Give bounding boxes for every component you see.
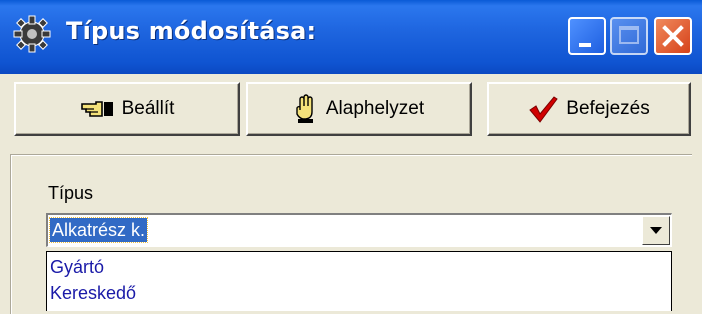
type-combobox-value: Alkatrész k.: [48, 217, 149, 243]
chevron-down-icon: [650, 227, 662, 234]
set-button[interactable]: Beállít: [14, 82, 240, 136]
checkmark-icon: [529, 96, 558, 123]
dropdown-option-gyarto[interactable]: Gyártó: [50, 257, 104, 278]
pointing-hand-icon: [80, 101, 113, 117]
reset-button[interactable]: Alaphelyzet: [246, 82, 472, 136]
close-button[interactable]: [654, 17, 692, 55]
window-title: Típus módosítása:: [66, 17, 317, 45]
raised-hand-icon: [296, 94, 313, 123]
maximize-icon: [619, 26, 639, 44]
type-dropdown-list: Gyártó Kereskedő: [46, 251, 672, 311]
dropdown-option-kereskedo[interactable]: Kereskedő: [50, 283, 136, 304]
type-dropdown-button[interactable]: [642, 216, 670, 245]
title-bar[interactable]: Típus módosítása:: [0, 0, 702, 74]
dialog-window: Típus módosítása: Beállít Alaphelyzet Be…: [0, 0, 702, 314]
finish-button-label: Befejezés: [566, 98, 650, 119]
close-icon: [662, 25, 684, 47]
finish-button[interactable]: Befejezés: [487, 82, 691, 136]
minimize-icon: [579, 43, 591, 47]
maximize-button[interactable]: [610, 17, 648, 55]
reset-button-label: Alaphelyzet: [325, 98, 425, 119]
type-label: Típus: [48, 183, 94, 203]
type-combobox[interactable]: Alkatrész k.: [46, 213, 672, 247]
gear-icon: [13, 15, 51, 53]
minimize-button[interactable]: [568, 17, 606, 55]
set-button-label: Beállít: [121, 98, 175, 119]
